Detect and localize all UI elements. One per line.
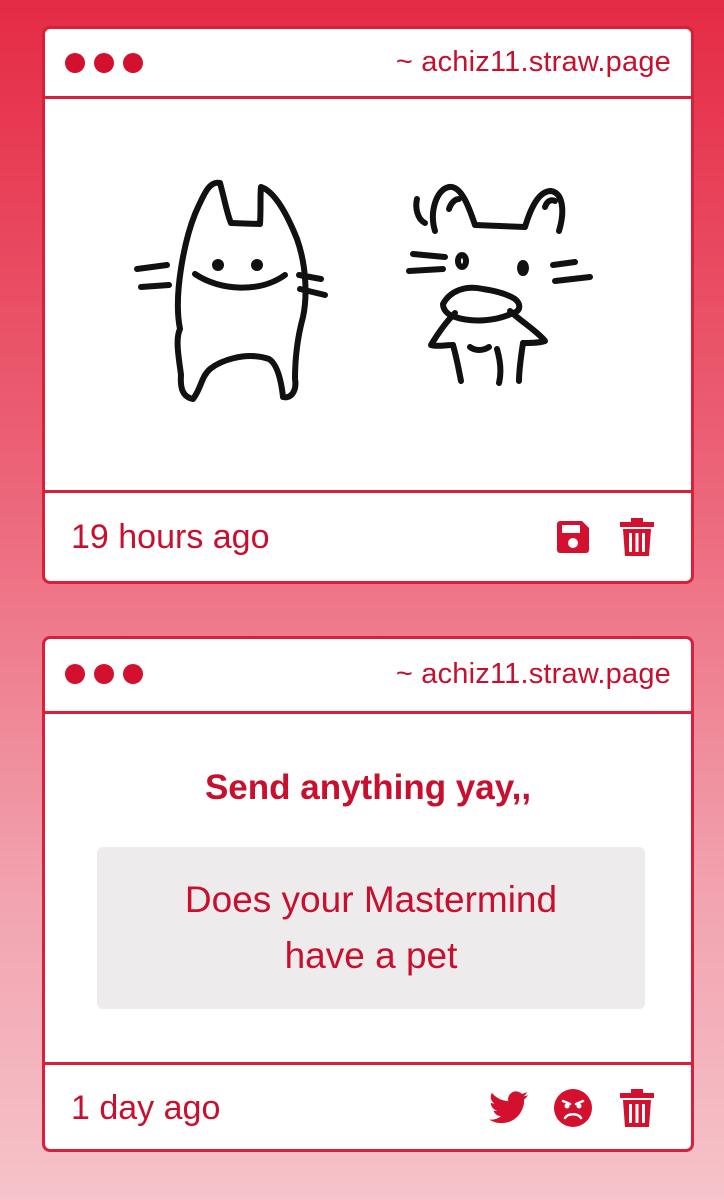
window-dots <box>65 664 143 684</box>
window-dot <box>123 664 143 684</box>
report-button[interactable] <box>553 1088 593 1128</box>
window-dot <box>94 664 114 684</box>
window-dot <box>94 52 114 73</box>
message-area: Send anything yay,, Does your Mastermind… <box>45 711 691 1065</box>
window-dot <box>123 52 143 73</box>
twitter-icon <box>489 1091 529 1124</box>
card-titlebar: ~ achiz11.straw.page <box>45 639 691 709</box>
cat-drawing-image <box>134 179 593 402</box>
message-text: Does your Mastermind have a pet <box>184 879 558 976</box>
message-box: Does your Mastermind have a pet <box>97 847 645 1009</box>
share-twitter-button[interactable] <box>489 1088 529 1128</box>
timestamp: 1 day ago <box>71 1088 221 1127</box>
timestamp: 19 hours ago <box>71 517 270 556</box>
prompt-title: Send anything yay,, <box>204 768 532 807</box>
save-icon <box>557 521 589 553</box>
page-url: ~ achiz11.straw.page <box>395 657 671 690</box>
delete-button[interactable] <box>617 517 657 557</box>
angry-face-icon <box>554 1089 592 1127</box>
card-actions <box>489 1088 657 1128</box>
post-card-message: ~ achiz11.straw.page Send anything yay,,… <box>42 636 694 1152</box>
card-footer: 1 day ago <box>45 1065 691 1149</box>
window-dot <box>65 52 85 73</box>
card-actions <box>553 517 657 557</box>
save-button[interactable] <box>553 517 593 557</box>
page-url: ~ achiz11.straw.page <box>395 46 671 78</box>
drawing-area <box>45 99 691 493</box>
card-titlebar: ~ achiz11.straw.page <box>45 29 691 99</box>
trash-icon <box>620 1089 654 1127</box>
post-card-drawing: ~ achiz11.straw.page 19 hours ago <box>42 26 694 584</box>
trash-icon <box>620 518 654 556</box>
card-footer: 19 hours ago <box>45 493 691 581</box>
window-dots <box>65 52 143 73</box>
delete-button[interactable] <box>617 1088 657 1128</box>
window-dot <box>65 664 85 684</box>
